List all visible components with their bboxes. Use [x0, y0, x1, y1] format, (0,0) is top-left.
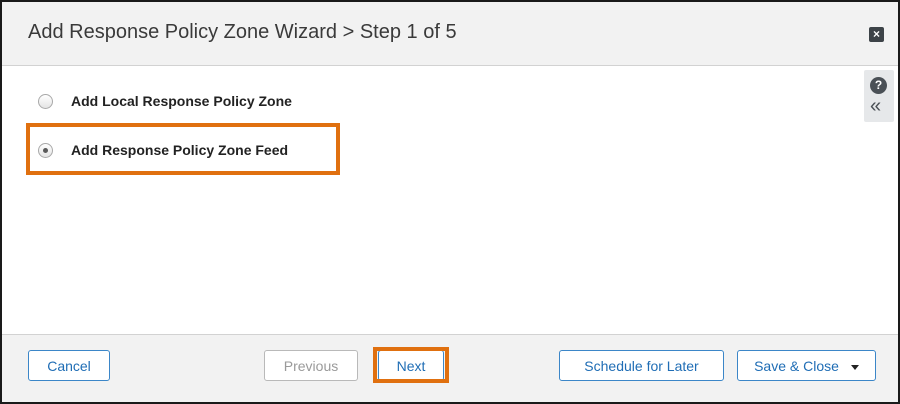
dialog-title: Add Response Policy Zone Wizard > Step 1… — [28, 21, 457, 43]
option-label: Add Local Response Policy Zone — [71, 93, 292, 109]
highlight-box-feed-option — [26, 123, 340, 175]
cancel-button[interactable]: Cancel — [28, 350, 110, 381]
save-close-button[interactable]: Save & Close — [737, 350, 876, 381]
close-icon[interactable]: × — [869, 27, 884, 42]
wizard-dialog: Add Response Policy Zone Wizard > Step 1… — [0, 0, 900, 404]
option-local-rpz[interactable]: Add Local Response Policy Zone — [38, 93, 292, 109]
chevron-down-icon[interactable] — [850, 364, 859, 370]
schedule-for-later-button[interactable]: Schedule for Later — [559, 350, 724, 381]
help-icon[interactable]: ? — [870, 77, 887, 94]
dialog-titlebar: Add Response Policy Zone Wizard > Step 1… — [2, 2, 898, 66]
radio-local-rpz[interactable] — [38, 93, 53, 109]
previous-button[interactable]: Previous — [264, 350, 358, 381]
dialog-footer: Cancel Previous Next Schedule for Later … — [2, 334, 898, 402]
highlight-box-next — [373, 347, 449, 383]
side-panel-toggle: ? « — [864, 70, 894, 122]
save-close-label: Save & Close — [754, 358, 839, 374]
double-chevron-left-icon[interactable]: « — [870, 96, 881, 116]
